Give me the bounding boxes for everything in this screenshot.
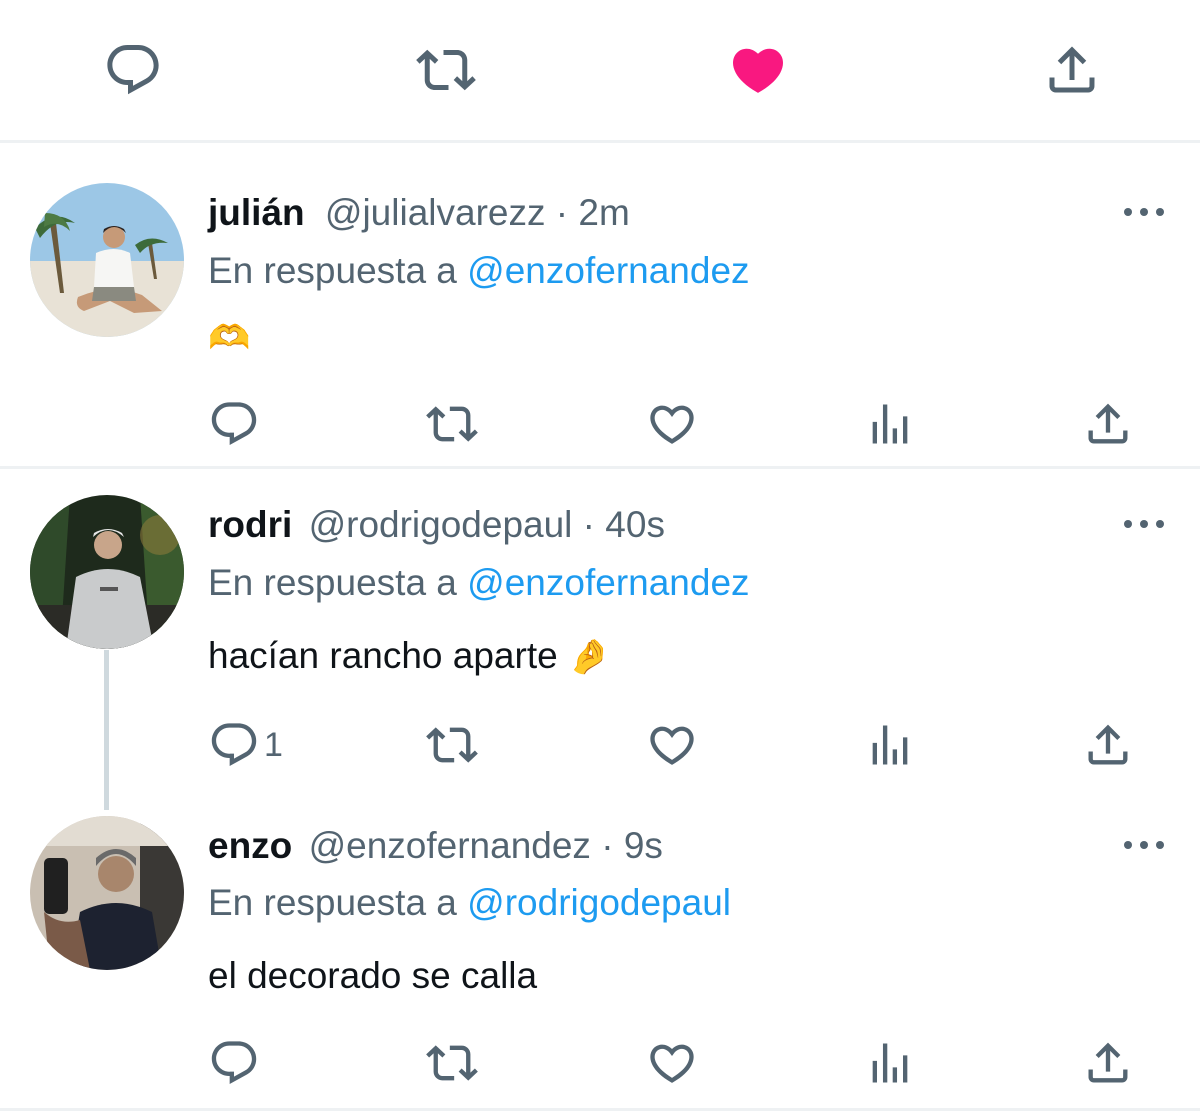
share-icon[interactable] — [1082, 719, 1134, 771]
retweet-icon[interactable] — [416, 40, 476, 100]
reply-prefix: En respuesta a — [208, 882, 457, 923]
reply-tweet[interactable]: rodri @rodrigodepaul · 40s En respuesta … — [0, 469, 1200, 799]
retweet-icon[interactable] — [426, 719, 478, 771]
reply-icon[interactable] — [208, 398, 260, 450]
tweet-body: el decorado se calla — [208, 955, 538, 996]
tweet-text: el decorado se calla — [208, 953, 537, 999]
tweet-header: enzo @enzofernandez · 9s — [208, 824, 663, 868]
retweet-icon[interactable] — [426, 398, 478, 450]
mention-link[interactable]: @rodrigodepaul — [467, 882, 731, 923]
share-icon[interactable] — [1082, 1037, 1134, 1089]
user-handle[interactable]: @enzofernandez — [309, 825, 591, 866]
timestamp[interactable]: 2m — [578, 192, 629, 233]
more-options-icon[interactable] — [1124, 205, 1164, 219]
user-handle[interactable]: @julialvarezz — [325, 192, 546, 233]
mention-link[interactable]: @enzofernandez — [467, 562, 749, 603]
more-options-icon[interactable] — [1124, 838, 1164, 852]
tweet-action-row: 1 — [0, 719, 1200, 779]
tweet-emoji: 🫶 — [208, 319, 251, 357]
like-icon[interactable] — [646, 719, 698, 771]
user-handle[interactable]: @rodrigodepaul — [309, 504, 573, 545]
reply-icon[interactable] — [103, 40, 163, 100]
display-name[interactable]: enzo — [208, 825, 292, 866]
separator: · — [590, 825, 624, 866]
tweet-body: hacían rancho aparte — [208, 635, 558, 676]
tweet-text: hacían rancho aparte 🤌 — [208, 633, 610, 680]
like-icon[interactable] — [646, 1037, 698, 1089]
timestamp[interactable]: 9s — [624, 825, 663, 866]
reply-prefix: En respuesta a — [208, 250, 457, 291]
tweet-header: julián @julialvarezz · 2m — [208, 191, 630, 235]
like-icon-filled[interactable] — [728, 40, 788, 100]
retweet-icon[interactable] — [426, 1037, 478, 1089]
tweet-action-bar — [0, 0, 1200, 142]
divider — [0, 1108, 1200, 1111]
avatar[interactable] — [30, 816, 184, 970]
tweet-header: rodri @rodrigodepaul · 40s — [208, 503, 665, 547]
reply-context: En respuesta a @enzofernandez — [208, 561, 750, 605]
reply-context: En respuesta a @rodrigodepaul — [208, 881, 731, 925]
reply-tweet[interactable]: julián @julialvarezz · 2m En respuesta a… — [0, 143, 1200, 466]
timestamp[interactable]: 40s — [605, 504, 665, 545]
tweet-text: 🫶 — [208, 315, 250, 361]
display-name[interactable]: rodri — [208, 504, 292, 545]
tweet-emoji: 🤌 — [567, 638, 611, 676]
reply-icon[interactable] — [208, 719, 260, 771]
mention-link[interactable]: @enzofernandez — [467, 250, 749, 291]
tweet-action-row — [0, 1037, 1200, 1097]
reply-tweet[interactable]: enzo @enzofernandez · 9s En respuesta a … — [0, 800, 1200, 1110]
reply-icon[interactable] — [208, 1037, 260, 1089]
views-icon[interactable] — [864, 398, 916, 450]
share-icon[interactable] — [1042, 40, 1102, 100]
avatar[interactable] — [30, 183, 184, 337]
separator: · — [572, 504, 606, 545]
like-icon[interactable] — [646, 398, 698, 450]
display-name[interactable]: julián — [208, 192, 305, 233]
more-options-icon[interactable] — [1124, 517, 1164, 531]
reply-context: En respuesta a @enzofernandez — [208, 249, 750, 293]
tweet-action-row — [0, 398, 1200, 458]
avatar[interactable] — [30, 495, 184, 649]
share-icon[interactable] — [1082, 398, 1134, 450]
reply-count: 1 — [264, 726, 283, 764]
reply-prefix: En respuesta a — [208, 562, 457, 603]
views-icon[interactable] — [864, 719, 916, 771]
views-icon[interactable] — [864, 1037, 916, 1089]
separator: · — [545, 192, 579, 233]
